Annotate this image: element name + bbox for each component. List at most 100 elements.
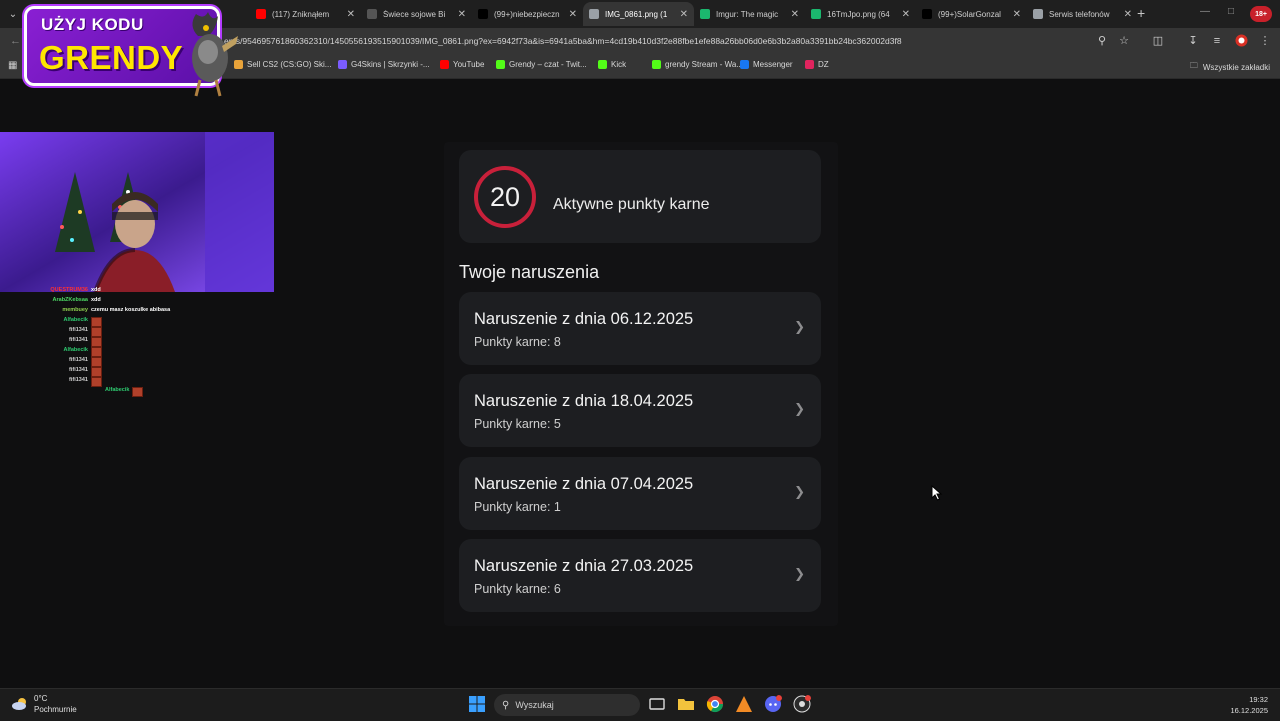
- violation-points: Punkty karne: 6: [474, 582, 561, 596]
- bookmark-item[interactable]: Kick: [598, 60, 626, 69]
- bookmark-item[interactable]: DZ: [805, 60, 829, 69]
- chat-text: czemu masz koszulke abibasa: [91, 307, 171, 313]
- chat-message: fifi1341: [0, 337, 102, 347]
- maximize-icon[interactable]: □: [1228, 6, 1234, 17]
- bookmark-star-icon[interactable]: ☆: [1117, 34, 1131, 48]
- violation-item[interactable]: Naruszenie z dnia 06.12.2025 Punkty karne…: [459, 292, 821, 365]
- close-tab-icon[interactable]: ✕: [1013, 9, 1021, 20]
- promo-line1: UŻYJ KODU: [41, 15, 144, 34]
- download-icon[interactable]: ↧: [1186, 34, 1200, 48]
- bookmark-label: grendy Stream - Wa...: [665, 60, 743, 69]
- obs-studio-icon[interactable]: [793, 695, 811, 713]
- chat-username: fifi1341: [69, 337, 88, 343]
- media-control-icon[interactable]: ≡: [1210, 34, 1224, 48]
- violation-item[interactable]: Naruszenie z dnia 18.04.2025 Punkty karne…: [459, 374, 821, 447]
- bookmark-favicon-icon: [598, 60, 607, 69]
- bookmark-label: Sell CS2 (CS:GO) Ski...: [247, 60, 332, 69]
- browser-tab[interactable]: (117) Zniknąłem ✕: [250, 2, 361, 26]
- bookmark-item[interactable]: YouTube: [440, 60, 484, 69]
- tab-title: (99+)SolarGonzal: [938, 9, 1001, 19]
- tab-title: IMG_0861.png (1: [605, 9, 668, 19]
- task-view-icon[interactable]: [648, 695, 666, 713]
- violation-title: Naruszenie z dnia 07.04.2025: [474, 475, 694, 493]
- chat-message: Alfabecik: [0, 317, 102, 327]
- bookmark-item[interactable]: Messenger: [740, 60, 793, 69]
- app-launcher-icon[interactable]: [735, 695, 753, 713]
- bookmark-label: Grendy – czat - Twit...: [509, 60, 587, 69]
- weather-widget[interactable]: 0°C Pochmurnie: [12, 693, 77, 715]
- site-icon: [367, 9, 377, 19]
- chevron-right-icon: ❯: [794, 319, 805, 334]
- windows-start-icon[interactable]: [468, 695, 486, 713]
- zoom-icon[interactable]: ⚲: [1095, 34, 1109, 48]
- violation-points: Punkty karne: 1: [474, 500, 561, 514]
- section-title: Twoje naruszenia: [459, 262, 600, 282]
- taskbar-search[interactable]: ⚲ Wyszukaj: [494, 694, 640, 716]
- chat-username: Alfabecik: [105, 387, 130, 393]
- chat-message: fifi1341: [0, 327, 102, 337]
- chevron-right-icon: ❯: [794, 566, 805, 581]
- tab-title: 16TmJpo.png (64: [827, 9, 890, 19]
- browser-tab[interactable]: Serwis telefonów ✕: [1027, 2, 1138, 26]
- chat-message: fifi1341: [0, 357, 102, 367]
- new-tab-button[interactable]: +: [1137, 5, 1145, 21]
- close-tab-icon[interactable]: ✕: [680, 9, 688, 20]
- close-tab-icon[interactable]: ✕: [1124, 9, 1132, 20]
- globe-icon: [1033, 9, 1043, 19]
- bookmark-item[interactable]: G4Skins | Skrzynki -...: [338, 60, 430, 69]
- tab-search-chevron-icon[interactable]: ⌄: [4, 5, 22, 23]
- extensions-icon[interactable]: ◫: [1151, 34, 1165, 48]
- chat-emote-icon: [132, 387, 144, 397]
- browser-tab[interactable]: (99+)niebezpieczn ✕: [472, 2, 583, 26]
- promo-code: GRENDY: [39, 39, 184, 76]
- bookmark-label: G4Skins | Skrzynki -...: [351, 60, 430, 69]
- browser-tab[interactable]: (99+)SolarGonzal ✕: [916, 2, 1027, 26]
- back-arrow-icon[interactable]: ←: [10, 35, 21, 47]
- bookmark-label: Messenger: [753, 60, 793, 69]
- browser-menu-icon[interactable]: ⋮: [1258, 34, 1272, 48]
- apps-grid-icon[interactable]: ▦: [8, 60, 17, 71]
- bookmark-item[interactable]: grendy Stream - Wa...: [652, 60, 743, 69]
- tab-title: Imgur: The magic: [716, 9, 779, 19]
- weather-condition: Pochmurnie: [34, 705, 77, 714]
- chat-message: fifi1341: [0, 367, 102, 377]
- minimize-icon[interactable]: —: [1200, 6, 1210, 17]
- chat-username: Alfabecik: [63, 347, 88, 353]
- url-field[interactable]: ents/954695761860362310/1450556193515901…: [224, 36, 1084, 46]
- violation-points: Punkty karne: 8: [474, 335, 561, 349]
- profile-avatar[interactable]: 18+: [1250, 6, 1272, 22]
- file-explorer-icon[interactable]: [677, 695, 695, 713]
- close-tab-icon[interactable]: ✕: [569, 9, 577, 20]
- all-bookmarks-folder[interactable]: 🗀 Wszystkie zakładki: [1190, 60, 1270, 74]
- discord-icon[interactable]: [764, 695, 782, 713]
- close-tab-icon[interactable]: ✕: [458, 9, 466, 20]
- browser-tab[interactable]: Imgur: The magic ✕: [694, 2, 805, 26]
- violation-title: Naruszenie z dnia 18.04.2025: [474, 392, 694, 410]
- violation-item[interactable]: Naruszenie z dnia 07.04.2025 Punkty karne…: [459, 457, 821, 530]
- chat-username: fifi1341: [69, 377, 88, 383]
- chat-message: Alfabecik: [0, 347, 102, 357]
- browser-tab[interactable]: Świece sojowe Bi ✕: [361, 2, 472, 26]
- violation-item[interactable]: Naruszenie z dnia 27.03.2025 Punkty karne…: [459, 539, 821, 612]
- bookmark-item[interactable]: Grendy – czat - Twit...: [496, 60, 587, 69]
- windows-taskbar: 0°C Pochmurnie ⚲ Wyszukaj 19:32 16.12.20…: [0, 688, 1280, 721]
- close-tab-icon[interactable]: ✕: [347, 9, 355, 20]
- system-clock[interactable]: 19:32 16.12.2025: [1230, 694, 1268, 716]
- account-icon[interactable]: [1234, 34, 1248, 48]
- chat-username: Alfabecik: [63, 317, 88, 323]
- close-tab-icon[interactable]: ✕: [902, 9, 910, 20]
- chat-username: ArabZKebsaa: [52, 297, 88, 303]
- tiktok-icon: [922, 9, 932, 19]
- tab-strip: (117) Zniknąłem ✕ Świece sojowe Bi ✕ (99+)ni…: [250, 2, 1138, 26]
- chrome-icon[interactable]: [706, 695, 724, 713]
- mouse-cursor-icon: [931, 485, 943, 501]
- chat-emote-icon: [91, 357, 102, 367]
- all-bookmarks-label: Wszystkie zakładki: [1202, 62, 1270, 72]
- close-tab-icon[interactable]: ✕: [791, 9, 799, 20]
- bookmark-item[interactable]: Sell CS2 (CS:GO) Ski...: [234, 60, 331, 69]
- chat-message: membuey czemu masz koszulke abibasa: [0, 307, 170, 313]
- browser-tab[interactable]: IMG_0861.png (1 ✕: [583, 2, 694, 26]
- violation-title: Naruszenie z dnia 27.03.2025: [474, 557, 694, 575]
- chevron-right-icon: ❯: [794, 401, 805, 416]
- browser-tab[interactable]: 16TmJpo.png (64 ✕: [805, 2, 916, 26]
